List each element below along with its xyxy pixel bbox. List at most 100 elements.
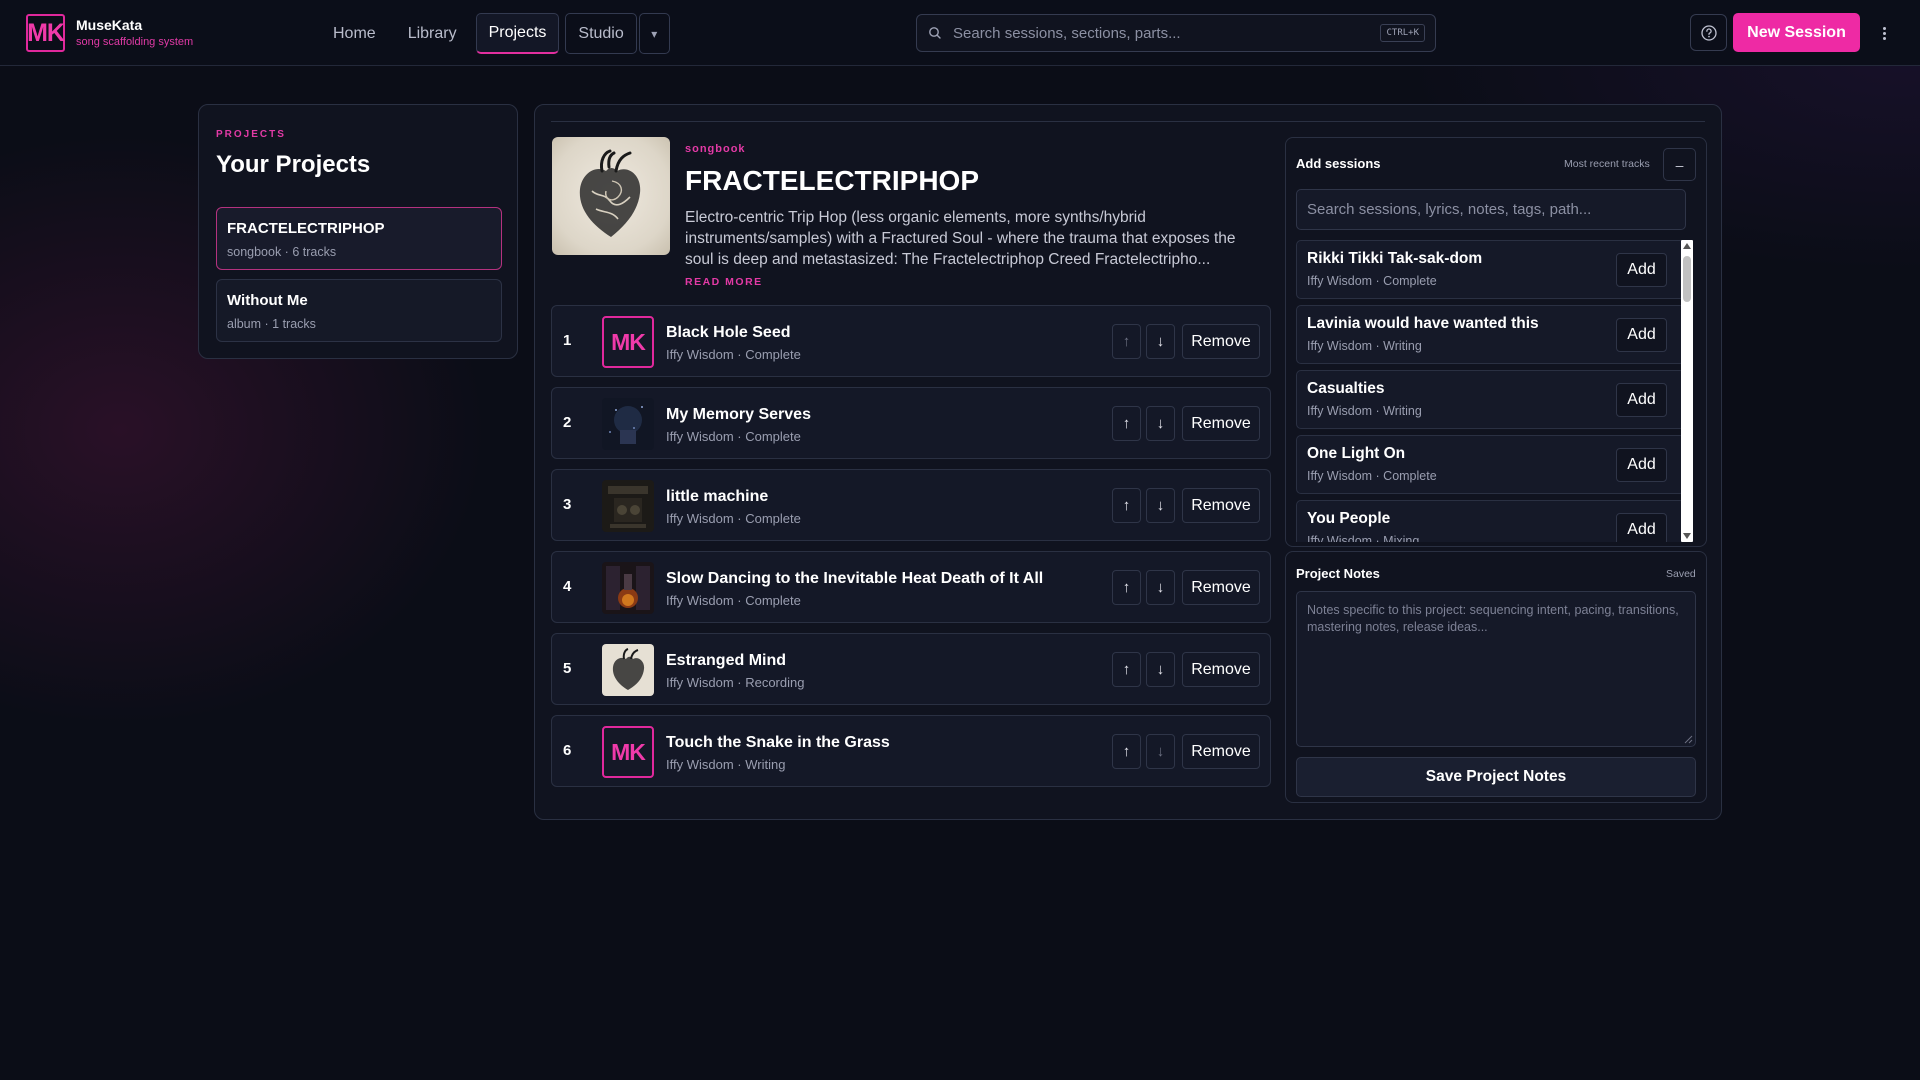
track-meta: Iffy Wisdom · Complete <box>666 347 801 362</box>
search-input[interactable] <box>953 15 1353 51</box>
track-thumbnail-image <box>602 480 654 532</box>
track-row[interactable]: 3 little machine Iffy Wisdom · Complete … <box>551 469 1271 541</box>
search-shortcut-badge: CTRL+K <box>1380 24 1425 42</box>
nav-library[interactable]: Library <box>395 13 470 54</box>
move-down-button[interactable]: ↓ <box>1146 734 1175 769</box>
session-meta: Iffy Wisdom · Writing <box>1307 339 1422 353</box>
track-title: little machine <box>666 488 769 505</box>
track-row[interactable]: 2 My Memory Serves Iffy Wisdom · Complet… <box>551 387 1271 459</box>
help-circle-icon <box>1700 24 1717 41</box>
project-name: Without Me <box>227 292 308 309</box>
sidebar-title: Your Projects <box>216 151 371 178</box>
move-down-button[interactable]: ↓ <box>1146 570 1175 605</box>
session-name: One Light On <box>1307 445 1406 462</box>
session-list-scrollbar[interactable] <box>1681 240 1693 542</box>
scroll-up-arrow-icon[interactable] <box>1683 243 1691 249</box>
projects-sidebar: PROJECTS Your Projects FRACTELECTRIPHOP … <box>198 104 518 359</box>
move-down-button[interactable]: ↓ <box>1146 652 1175 687</box>
track-number: 1 <box>563 332 572 349</box>
project-notes-textarea[interactable] <box>1296 591 1696 747</box>
move-up-button[interactable]: ↑ <box>1112 570 1141 605</box>
move-up-button[interactable]: ↑ <box>1112 734 1141 769</box>
add-session-button[interactable]: Add <box>1616 513 1667 542</box>
track-number: 5 <box>563 660 572 677</box>
save-project-notes-button[interactable]: Save Project Notes <box>1296 757 1696 797</box>
add-session-button[interactable]: Add <box>1616 448 1667 482</box>
move-down-button[interactable]: ↓ <box>1146 406 1175 441</box>
remove-track-button[interactable]: Remove <box>1182 570 1260 605</box>
move-up-button[interactable]: ↑ <box>1112 652 1141 687</box>
read-more-link[interactable]: READ MORE <box>685 276 763 288</box>
track-title: Slow Dancing to the Inevitable Heat Deat… <box>666 570 1044 587</box>
project-item-without-me[interactable]: Without Me album · 1 tracks <box>216 279 502 342</box>
track-row[interactable]: 5 Estranged Mind Iffy Wisdom · Recording… <box>551 633 1271 705</box>
session-item: You People Iffy Wisdom · Mixing Add <box>1296 500 1685 542</box>
remove-track-button[interactable]: Remove <box>1182 406 1260 441</box>
divider <box>551 121 1705 122</box>
add-sessions-title: Add sessions <box>1296 156 1381 171</box>
track-meta: Iffy Wisdom · Complete <box>666 511 801 526</box>
kebab-menu-icon[interactable] <box>1876 22 1892 44</box>
scrollbar-thumb[interactable] <box>1683 256 1691 302</box>
project-meta: songbook · 6 tracks <box>227 245 337 259</box>
remove-track-button[interactable]: Remove <box>1182 652 1260 687</box>
track-row[interactable]: 4 Slow Dancing to the Inevitable Heat De… <box>551 551 1271 623</box>
notes-title: Project Notes <box>1296 566 1380 581</box>
track-number: 2 <box>563 414 572 431</box>
track-row[interactable]: 1 MK Black Hole Seed Iffy Wisdom · Compl… <box>551 305 1271 377</box>
session-meta: Iffy Wisdom · Complete <box>1307 274 1437 288</box>
new-session-button[interactable]: New Session <box>1733 13 1860 52</box>
project-title: FRACTELECTRIPHOP <box>685 165 979 196</box>
nav-studio[interactable]: Studio <box>565 13 637 54</box>
track-number: 3 <box>563 496 572 513</box>
session-name: You People <box>1307 510 1391 527</box>
add-session-button[interactable]: Add <box>1616 253 1667 287</box>
session-item: Casualties Iffy Wisdom · Writing Add <box>1296 370 1685 429</box>
remove-track-button[interactable]: Remove <box>1182 324 1260 359</box>
app-logo[interactable]: MK <box>26 14 65 52</box>
main-nav: Home Library Projects Studio ▾ <box>320 13 670 54</box>
add-sessions-panel: Add sessions Most recent tracks – Rikki … <box>1285 137 1707 547</box>
project-notes-panel: Project Notes Saved Save Project Notes <box>1285 551 1707 803</box>
add-session-button[interactable]: Add <box>1616 318 1667 352</box>
session-search-input[interactable] <box>1296 189 1686 230</box>
track-number: 6 <box>563 742 572 759</box>
track-meta: Iffy Wisdom · Recording <box>666 675 805 690</box>
app-name: MuseKata <box>76 17 143 33</box>
top-bar: MK MuseKata song scaffolding system Home… <box>0 0 1920 66</box>
project-kind-label: songbook <box>685 143 746 155</box>
remove-track-button[interactable]: Remove <box>1182 488 1260 523</box>
nav-more-dropdown[interactable]: ▾ <box>638 13 670 54</box>
resize-grip-icon[interactable] <box>1684 735 1693 744</box>
project-description: Electro-centric Trip Hop (less organic e… <box>685 209 1236 268</box>
move-down-button[interactable]: ↓ <box>1146 324 1175 359</box>
add-sessions-subtitle: Most recent tracks <box>1564 158 1650 170</box>
add-session-button[interactable]: Add <box>1616 383 1667 417</box>
remove-track-button[interactable]: Remove <box>1182 734 1260 769</box>
notes-save-status: Saved <box>1666 568 1696 580</box>
scroll-down-arrow-icon[interactable] <box>1683 533 1691 539</box>
track-thumbnail-image <box>602 562 654 614</box>
session-name: Casualties <box>1307 380 1385 397</box>
track-title: Touch the Snake in the Grass <box>666 734 890 751</box>
session-meta: Iffy Wisdom · Mixing <box>1307 534 1420 542</box>
session-name: Lavinia would have wanted this <box>1307 315 1539 332</box>
global-search[interactable]: CTRL+K <box>916 14 1436 52</box>
collapse-button[interactable]: – <box>1663 148 1696 181</box>
nav-home[interactable]: Home <box>320 13 389 54</box>
track-number: 4 <box>563 578 572 595</box>
nav-projects[interactable]: Projects <box>475 13 560 54</box>
project-item-fractelectriphop[interactable]: FRACTELECTRIPHOP songbook · 6 tracks <box>216 207 502 270</box>
session-list: Rikki Tikki Tak-sak-dom Iffy Wisdom · Co… <box>1296 240 1685 542</box>
track-thumbnail-mk-logo: MK <box>602 316 654 368</box>
session-item: Lavinia would have wanted this Iffy Wisd… <box>1296 305 1685 364</box>
move-up-button[interactable]: ↑ <box>1112 406 1141 441</box>
help-button[interactable] <box>1690 14 1727 51</box>
search-icon <box>929 27 941 39</box>
track-row[interactable]: 6 MK Touch the Snake in the Grass Iffy W… <box>551 715 1271 787</box>
move-up-button[interactable]: ↑ <box>1112 324 1141 359</box>
track-title: My Memory Serves <box>666 406 811 423</box>
move-down-button[interactable]: ↓ <box>1146 488 1175 523</box>
project-cover-image <box>552 137 670 255</box>
move-up-button[interactable]: ↑ <box>1112 488 1141 523</box>
